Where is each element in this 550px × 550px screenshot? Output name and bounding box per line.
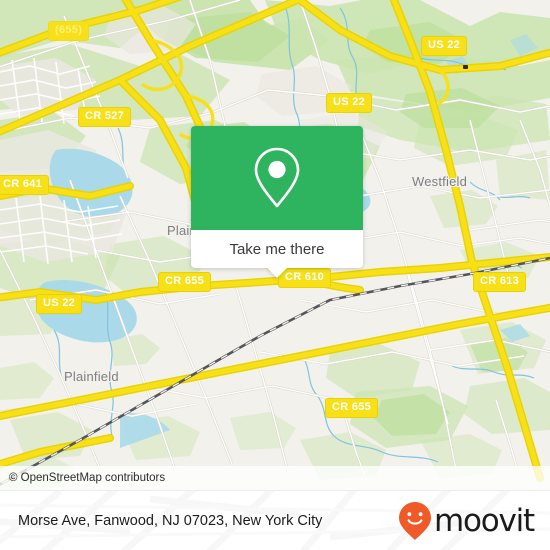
shield-us-22-top: US 22 (421, 36, 468, 56)
shield-655-parenthetical: (655) (48, 21, 90, 41)
moovit-map-share-card: Scotch Plains Westfield Plainfield (655)… (0, 0, 550, 550)
location-title: Morse Ave, Fanwood, NJ 07023, New York C… (18, 513, 323, 529)
map-canvas[interactable]: Scotch Plains Westfield Plainfield (655)… (0, 0, 550, 490)
footer-bar: Morse Ave, Fanwood, NJ 07023, New York C… (0, 490, 550, 550)
shield-us-22-left: US 22 (36, 294, 83, 314)
take-me-there-popup[interactable]: Take me there (191, 126, 363, 278)
osm-attribution-text: © OpenStreetMap contributors (9, 472, 166, 484)
moovit-logo[interactable]: moovit (398, 501, 535, 541)
shield-cr-655-bottom: CR 655 (325, 398, 379, 418)
footer-content: Morse Ave, Fanwood, NJ 07023, New York C… (0, 491, 550, 550)
shield-us-22-upper: US 22 (326, 93, 373, 113)
map-pin-icon (254, 147, 300, 208)
take-me-there-button[interactable]: Take me there (191, 230, 363, 278)
shield-cr-655-mid: CR 655 (158, 272, 212, 292)
shield-cr-641: CR 641 (0, 175, 50, 195)
moovit-wordmark: moovit (433, 502, 535, 539)
osm-attribution[interactable]: © OpenStreetMap contributors (0, 466, 550, 490)
popup-header (191, 126, 363, 230)
shield-cr-527: CR 527 (78, 107, 132, 127)
shield-cr-613: CR 613 (473, 272, 527, 292)
moovit-pin-smiley-icon (398, 502, 431, 540)
popup-pointer-tail (266, 267, 288, 278)
take-me-there-label: Take me there (229, 240, 325, 258)
